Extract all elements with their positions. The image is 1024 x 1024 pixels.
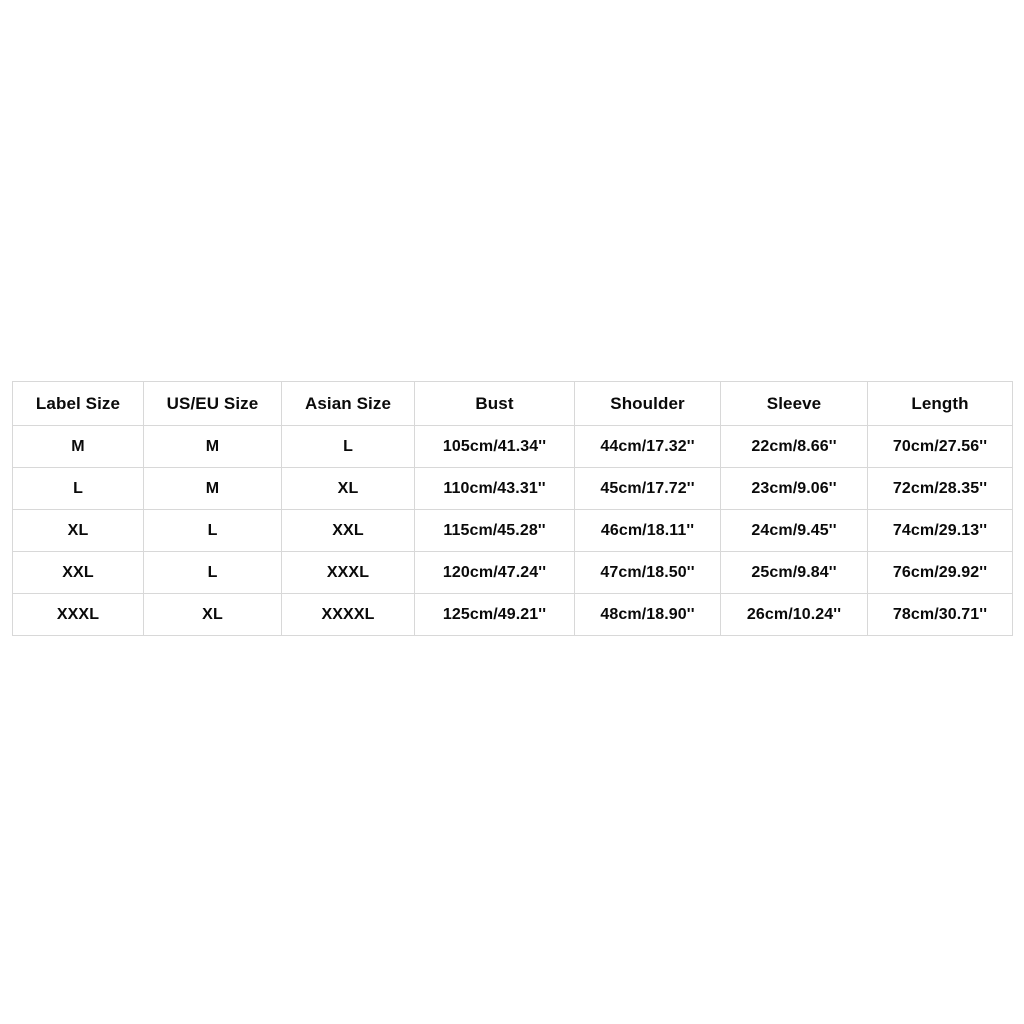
- table-row: XXL L XXXL 120cm/47.24'' 47cm/18.50'' 25…: [12, 551, 1013, 594]
- cell-asian-size: L: [281, 425, 415, 468]
- cell-label-size: XL: [12, 509, 144, 552]
- column-header-asian-size: Asian Size: [281, 381, 415, 426]
- cell-sleeve: 23cm/9.06'': [720, 467, 868, 510]
- cell-length: 74cm/29.13'': [867, 509, 1013, 552]
- cell-bust: 125cm/49.21'': [414, 593, 575, 636]
- column-header-bust: Bust: [414, 381, 575, 426]
- cell-asian-size: XXL: [281, 509, 415, 552]
- cell-us-eu-size: XL: [143, 593, 282, 636]
- cell-shoulder: 44cm/17.32'': [574, 425, 721, 468]
- column-header-sleeve: Sleeve: [720, 381, 868, 426]
- cell-label-size: XXXL: [12, 593, 144, 636]
- cell-label-size: XXL: [12, 551, 144, 594]
- column-header-length: Length: [867, 381, 1013, 426]
- size-chart-header: Label Size US/EU Size Asian Size Bust Sh…: [12, 381, 1013, 426]
- cell-sleeve: 22cm/8.66'': [720, 425, 868, 468]
- cell-shoulder: 45cm/17.72'': [574, 467, 721, 510]
- cell-shoulder: 48cm/18.90'': [574, 593, 721, 636]
- cell-bust: 115cm/45.28'': [414, 509, 575, 552]
- cell-length: 76cm/29.92'': [867, 551, 1013, 594]
- cell-us-eu-size: L: [143, 551, 282, 594]
- cell-shoulder: 46cm/18.11'': [574, 509, 721, 552]
- cell-label-size: M: [12, 425, 144, 468]
- column-header-label-size: Label Size: [12, 381, 144, 426]
- cell-sleeve: 26cm/10.24'': [720, 593, 868, 636]
- cell-shoulder: 47cm/18.50'': [574, 551, 721, 594]
- header-row: Label Size US/EU Size Asian Size Bust Sh…: [12, 381, 1013, 426]
- column-header-us-eu-size: US/EU Size: [143, 381, 282, 426]
- size-chart-table: Label Size US/EU Size Asian Size Bust Sh…: [12, 381, 1013, 636]
- cell-asian-size: XXXL: [281, 551, 415, 594]
- cell-length: 78cm/30.71'': [867, 593, 1013, 636]
- table-row: M M L 105cm/41.34'' 44cm/17.32'' 22cm/8.…: [12, 425, 1013, 468]
- cell-label-size: L: [12, 467, 144, 510]
- cell-bust: 105cm/41.34'': [414, 425, 575, 468]
- cell-bust: 120cm/47.24'': [414, 551, 575, 594]
- cell-sleeve: 25cm/9.84'': [720, 551, 868, 594]
- cell-sleeve: 24cm/9.45'': [720, 509, 868, 552]
- table-row: L M XL 110cm/43.31'' 45cm/17.72'' 23cm/9…: [12, 467, 1013, 510]
- size-chart-container: Label Size US/EU Size Asian Size Bust Sh…: [12, 381, 1013, 636]
- cell-asian-size: XL: [281, 467, 415, 510]
- column-header-shoulder: Shoulder: [574, 381, 721, 426]
- cell-us-eu-size: M: [143, 467, 282, 510]
- cell-asian-size: XXXXL: [281, 593, 415, 636]
- cell-length: 72cm/28.35'': [867, 467, 1013, 510]
- cell-us-eu-size: L: [143, 509, 282, 552]
- cell-length: 70cm/27.56'': [867, 425, 1013, 468]
- table-row: XXXL XL XXXXL 125cm/49.21'' 48cm/18.90''…: [12, 593, 1013, 636]
- cell-us-eu-size: M: [143, 425, 282, 468]
- table-row: XL L XXL 115cm/45.28'' 46cm/18.11'' 24cm…: [12, 509, 1013, 552]
- size-chart-body: M M L 105cm/41.34'' 44cm/17.32'' 22cm/8.…: [12, 425, 1013, 636]
- cell-bust: 110cm/43.31'': [414, 467, 575, 510]
